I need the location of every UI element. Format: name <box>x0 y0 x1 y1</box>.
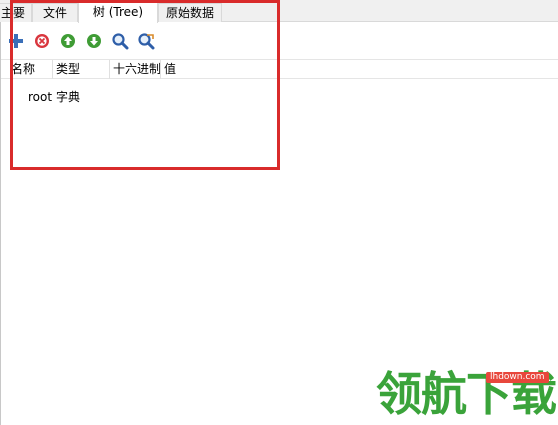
tab-bar: 主要 文件 树 (Tree) 原始数据 <box>0 0 558 23</box>
cell-name: root <box>28 90 53 104</box>
tree-toolbar <box>1 30 201 54</box>
search-icon[interactable] <box>111 32 129 50</box>
tab-file[interactable]: 文件 <box>32 3 78 22</box>
column-header-value[interactable]: 值 <box>162 60 222 79</box>
tab-tree[interactable]: 树 (Tree) <box>78 0 158 23</box>
column-header-hex[interactable]: 十六进制 <box>111 60 161 79</box>
move-up-icon[interactable] <box>59 32 77 50</box>
remove-icon[interactable] <box>33 32 51 50</box>
tab-main[interactable]: 主要 <box>0 3 32 22</box>
column-header-type[interactable]: 类型 <box>54 60 110 79</box>
cell-type: 字典 <box>56 90 81 104</box>
list-item[interactable]: root 字典 <box>1 88 558 106</box>
move-down-icon[interactable] <box>85 32 103 50</box>
column-header-name[interactable]: 名称 <box>9 60 53 79</box>
tab-raw-data[interactable]: 原始数据 <box>158 3 222 22</box>
watermark-url: lhdown.com <box>486 372 549 383</box>
add-icon[interactable] <box>7 32 25 50</box>
list-header: 名称 类型 十六进制 值 <box>1 59 558 79</box>
search-replace-icon[interactable] <box>137 32 155 50</box>
watermark-logo: 领航下载 lhdown.com <box>376 364 558 422</box>
app-window: 主要 文件 树 (Tree) 原始数据 名称 类型 十六进制 值 root 字典… <box>0 0 558 425</box>
